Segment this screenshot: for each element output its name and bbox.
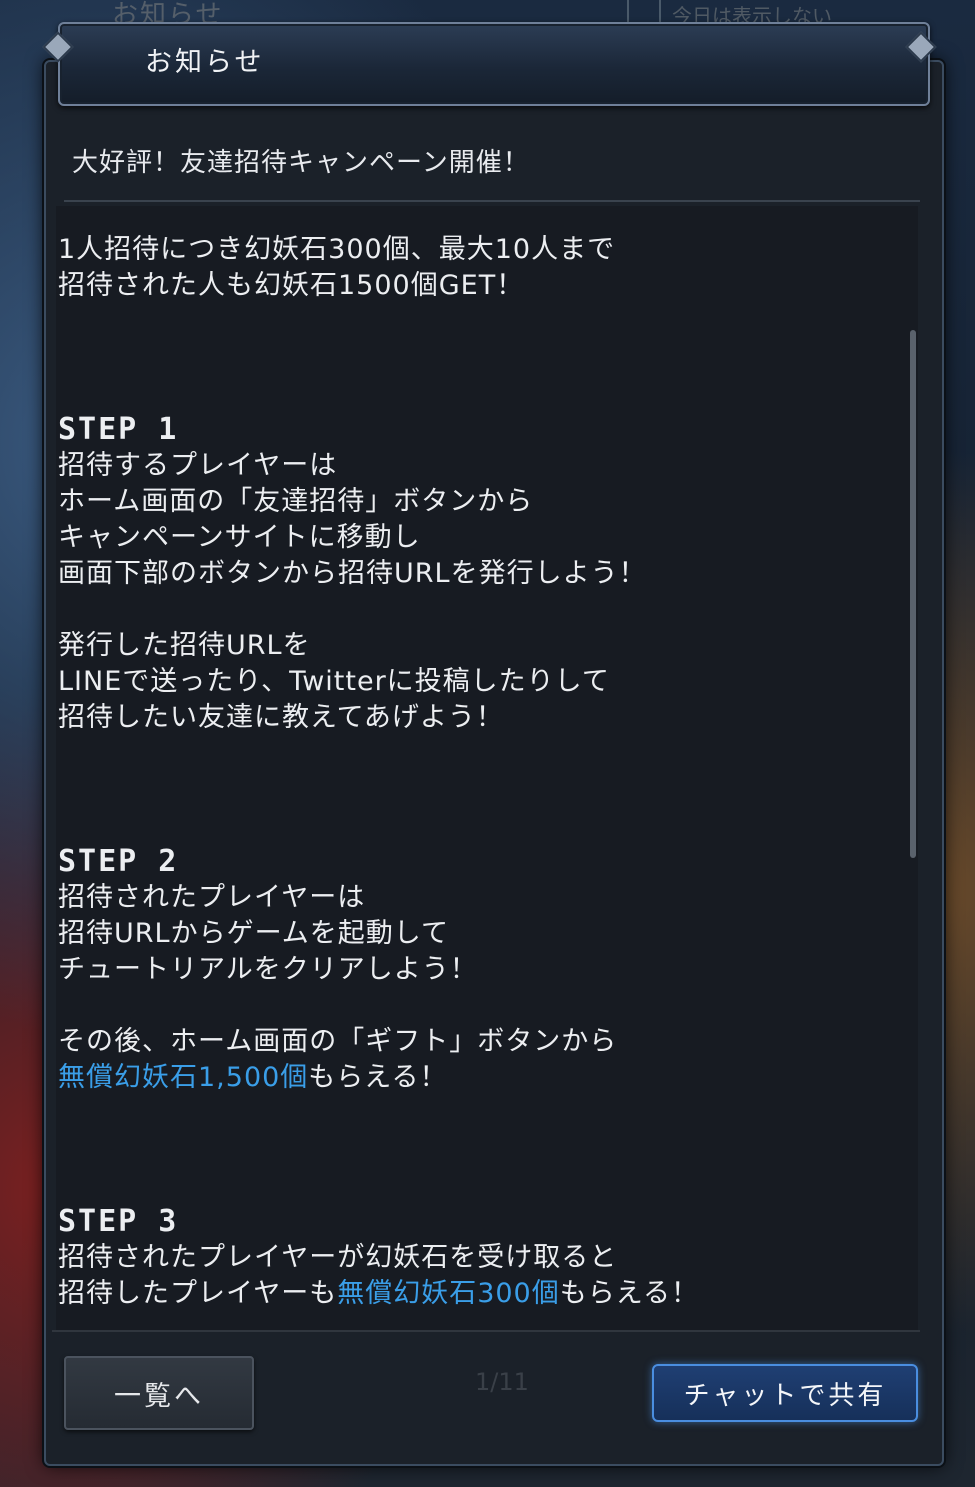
step3-line: 招待されたプレイヤーが幻妖石を受け取ると [58,1242,618,1273]
step2-line: 招待URLからゲームを起動して [58,918,449,949]
reward-rest: もらえる！ [308,1062,448,1093]
notice-content-scroll-area[interactable]: 1人招待につき幻妖石300個、最大10人まで 招待された人も幻妖石1500個GE… [56,206,918,1330]
step2-after: その後、ホーム画面の「ギフト」ボタンから [58,1026,618,1057]
content-scrollbar[interactable] [910,330,916,858]
step3-partial-highlight: 無償幻妖石300個 [337,1278,560,1309]
step1-heading: STEP 1 [58,412,179,447]
reward-highlight: 無償幻妖石1,500個 [58,1062,309,1093]
step1-line: キャンペーンサイトに移動し [58,522,421,553]
back-to-list-button[interactable]: 一覧へ [64,1356,254,1430]
step3-partial-rest: もらえる！ [559,1278,699,1309]
subject-divider [64,200,920,202]
step2-line: チュートリアルをクリアしよう！ [58,954,478,985]
step1-line: 画面下部のボタンから招待URLを発行しよう！ [58,558,647,589]
notice-subject: 大好評！友達招待キャンペーン開催！ [72,148,530,178]
step1-line: 招待するプレイヤーは [58,450,338,481]
step2-heading: STEP 2 [58,844,179,879]
step1-line: 招待したい友達に教えてあげよう！ [58,702,504,733]
share-to-chat-button[interactable]: チャットで共有 [652,1364,918,1422]
step3-heading: STEP 3 [58,1204,179,1239]
footer-divider [52,1330,920,1332]
dialog-title: お知らせ [145,47,265,78]
step1-line: LINEで送ったり、Twitterに投稿したりして [58,666,610,697]
step3-partial-plain: 招待したプレイヤーも [58,1278,338,1309]
step2-line: 招待されたプレイヤーは [58,882,366,913]
step3-partial: 招待したプレイヤーも無償幻妖石300個もらえる！ [58,1276,898,1312]
intro-line: 招待された人も幻妖石1500個GET！ [58,270,525,301]
intro-line: 1人招待につき幻妖石300個、最大10人まで [58,234,616,265]
background-pager: 1/11 [475,1368,529,1396]
step1-line: 発行した招待URLを [58,630,311,661]
notice-body: 1人招待につき幻妖石300個、最大10人まで 招待された人も幻妖石1500個GE… [58,232,898,1312]
step2-reward: 無償幻妖石1,500個もらえる！ [58,1060,898,1096]
step1-line: ホーム画面の「友達招待」ボタンから [58,486,534,517]
